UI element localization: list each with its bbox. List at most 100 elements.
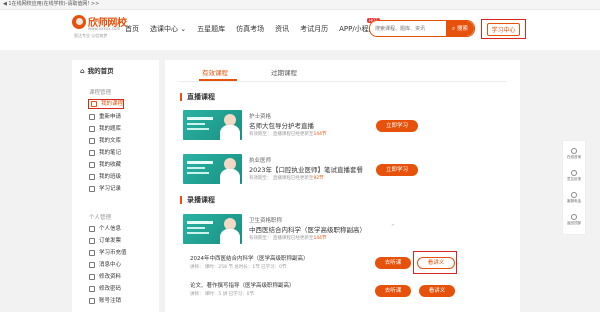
edit-icon — [89, 274, 95, 280]
course-thumbnail[interactable] — [183, 214, 242, 244]
nav-home[interactable]: 首页 — [125, 23, 139, 35]
nav-mock-exam[interactable]: 仿真考场 — [236, 23, 264, 35]
rightbar-label: 返回顶部 — [567, 221, 581, 225]
course-thumbnail[interactable] — [183, 110, 242, 140]
sidebar-item-profile[interactable]: 个人信息 — [89, 224, 121, 234]
sidebar-group-personal: 个人管理 — [89, 215, 112, 221]
sidebar-item-label: 消息中心 — [99, 262, 122, 268]
search-input[interactable] — [375, 21, 445, 36]
sidebar-item-my-courses[interactable]: 我的课程 — [88, 99, 124, 109]
nav-news[interactable]: 资讯 — [275, 23, 289, 35]
arrow-up-icon — [571, 214, 577, 220]
sidebar-item-label: 我的班级 — [99, 174, 122, 180]
message-icon — [89, 262, 95, 268]
sidebar-item-label: 我的笔记 — [99, 150, 122, 156]
course-category: 执业医师 — [249, 158, 272, 164]
main-nav: 首页 选课中心 ⌄ 五星题库 仿真考场 资讯 考试月历 APP/小程序 HOT — [125, 18, 387, 35]
sidebar-group-course: 课程管理 — [89, 90, 112, 96]
feedback-button[interactable]: 意见反馈 — [563, 170, 585, 182]
logo-url: www.xxxxx.com — [88, 26, 121, 31]
course-meta: 有效期至： 直播课程已经更新至144节 — [249, 131, 327, 137]
sidebar-home[interactable]: ⌂ 我的首页 — [80, 65, 114, 75]
study-center-button[interactable]: 学习中心 — [487, 22, 520, 36]
online-consult-button[interactable]: 在线咨询 — [563, 148, 585, 160]
nav-exam-calendar[interactable]: 考试月历 — [300, 23, 328, 35]
order-icon — [89, 238, 95, 244]
search-button[interactable]: ⌕ 搜索 — [446, 21, 474, 36]
course-meta-text: 有效期至： 直播课程已经更新至 — [249, 236, 314, 241]
top-notice-bar: ◀ 1在线网校应用(在线学校)-请取值网! >> — [0, 0, 600, 10]
sidebar: ⌂ 我的首页 课程管理 我的课程 重新申请 我的题库 我的文库 我的笔记 我的收藏… — [72, 60, 159, 312]
sidebar-item-label: 我的题库 — [99, 126, 122, 132]
sidebar-home-label: 我的首页 — [87, 67, 114, 75]
recorded-course-1: 卫生资格职称 中西医结合内科学（医学高级职称副高） 有效期至： 直播课程已经更新… — [180, 214, 508, 246]
nav-question-bank[interactable]: 五星题库 — [197, 23, 225, 35]
rightbar-label: 在线咨询 — [567, 155, 581, 159]
nav-course-center[interactable]: 选课中心 ⌄ — [150, 23, 186, 35]
sidebar-item-library[interactable]: 我的文库 — [89, 136, 121, 146]
search-button-label: 搜索 — [457, 26, 469, 32]
right-float-bar: 在线咨询 意见反馈 客服电话 返回顶部 — [562, 140, 586, 235]
sub-course-meta: 讲师： 课时：5 讲 已学习：0节 — [190, 292, 255, 297]
sidebar-item-favorites[interactable]: 我的收藏 — [89, 160, 121, 170]
collapse-chevron-icon[interactable]: ⌃ — [390, 223, 396, 231]
course-name[interactable]: 2023年【口腔执业医师】笔试直播套餐 — [249, 164, 363, 174]
tab-expired-courses[interactable]: 过期课程 — [271, 67, 297, 77]
course-name[interactable]: 中西医结合内科学（医学高级职称副高） — [249, 224, 366, 234]
sidebar-item-label: 学习币充值 — [99, 250, 127, 256]
course-name[interactable]: 名师大包导分护考直播 — [249, 120, 314, 130]
sidebar-item-notes[interactable]: 我的笔记 — [89, 148, 121, 158]
sidebar-item-label: 个人信息 — [99, 226, 122, 232]
course-lesson-count: 144节 — [313, 132, 327, 137]
sidebar-item-history[interactable]: 学习记录 — [89, 184, 121, 194]
course-meta: 有效期至： 直播课程已经更新至92节 — [249, 175, 324, 181]
course-tabs: 有效课程 过期课程 — [177, 60, 507, 82]
search-box: ⌕ 搜索 — [369, 20, 475, 37]
logo-slogan: 智达专业 以信筑梦 — [74, 33, 108, 38]
sidebar-item-messages[interactable]: 消息中心 — [89, 260, 121, 270]
sidebar-item-label: 订单发票 — [99, 238, 122, 244]
sidebar-item-question-bank[interactable]: 我的题库 — [89, 124, 121, 134]
recorded-section-title: 录播课程 — [180, 196, 215, 204]
sidebar-item-deactivate[interactable]: 账号注销 — [89, 296, 121, 306]
live-section-title: 直播课程 — [180, 93, 215, 101]
sidebar-item-orders[interactable]: 订单发票 — [89, 236, 121, 246]
feedback-icon — [571, 170, 577, 176]
sidebar-item-password[interactable]: 修改密码 — [89, 284, 121, 294]
sidebar-item-label: 账号注销 — [99, 298, 122, 304]
course-lesson-count: 144节 — [313, 236, 327, 241]
back-to-top-button[interactable]: 返回顶部 — [563, 214, 585, 226]
rightbar-label: 意见反馈 — [567, 177, 581, 181]
service-phone-button[interactable]: 客服电话 — [563, 192, 585, 204]
user-icon — [89, 226, 95, 232]
site-logo[interactable]: 欣师网校 www.xxxxx.com 智达专业 以信筑梦 — [72, 14, 127, 38]
start-learning-button[interactable]: 立即学习 — [376, 164, 418, 176]
live-course-2: 执业医师 2023年【口腔执业医师】笔试直播套餐 有效期至： 直播课程已经更新至… — [180, 154, 508, 186]
sub-course-name[interactable]: 论文、著作撰写指导（医学高级职称副高） — [190, 281, 295, 289]
handout-button[interactable]: 看讲义 — [417, 257, 455, 269]
course-thumbnail[interactable] — [183, 154, 242, 184]
sidebar-item-label: 修改资料 — [99, 274, 122, 280]
sidebar-item-classes[interactable]: 我的班级 — [89, 172, 121, 182]
sub-course-name[interactable]: 2024年中西医结合内科学（医学高级职称副高） — [190, 254, 309, 262]
logout-icon — [89, 298, 95, 304]
apply-icon — [89, 114, 95, 120]
star-icon — [89, 162, 95, 168]
class-icon — [89, 174, 95, 180]
listen-button[interactable]: 去听课 — [375, 257, 411, 269]
sidebar-item-recharge[interactable]: 学习币充值 — [89, 248, 127, 258]
sidebar-item-label: 我的文库 — [99, 138, 122, 144]
handout-button[interactable]: 看讲义 — [419, 285, 455, 297]
search-icon: ⌕ — [451, 25, 456, 32]
lock-icon — [89, 286, 95, 292]
sidebar-item-reapply[interactable]: 重新申请 — [89, 112, 121, 122]
sidebar-item-edit-profile[interactable]: 修改资料 — [89, 272, 121, 282]
tab-active-courses[interactable]: 有效课程 — [202, 67, 228, 77]
rightbar-label: 客服电话 — [567, 199, 581, 203]
main-content: 有效课程 过期课程 直播课程 护士资格 名师大包导分护考直播 有效期至： 直播课… — [165, 60, 520, 312]
sidebar-item-label: 我的收藏 — [99, 162, 122, 168]
listen-button[interactable]: 去听课 — [375, 285, 411, 297]
start-learning-button[interactable]: 立即学习 — [376, 120, 418, 132]
sidebar-item-label: 修改密码 — [99, 286, 122, 292]
home-icon: ⌂ — [80, 67, 85, 75]
